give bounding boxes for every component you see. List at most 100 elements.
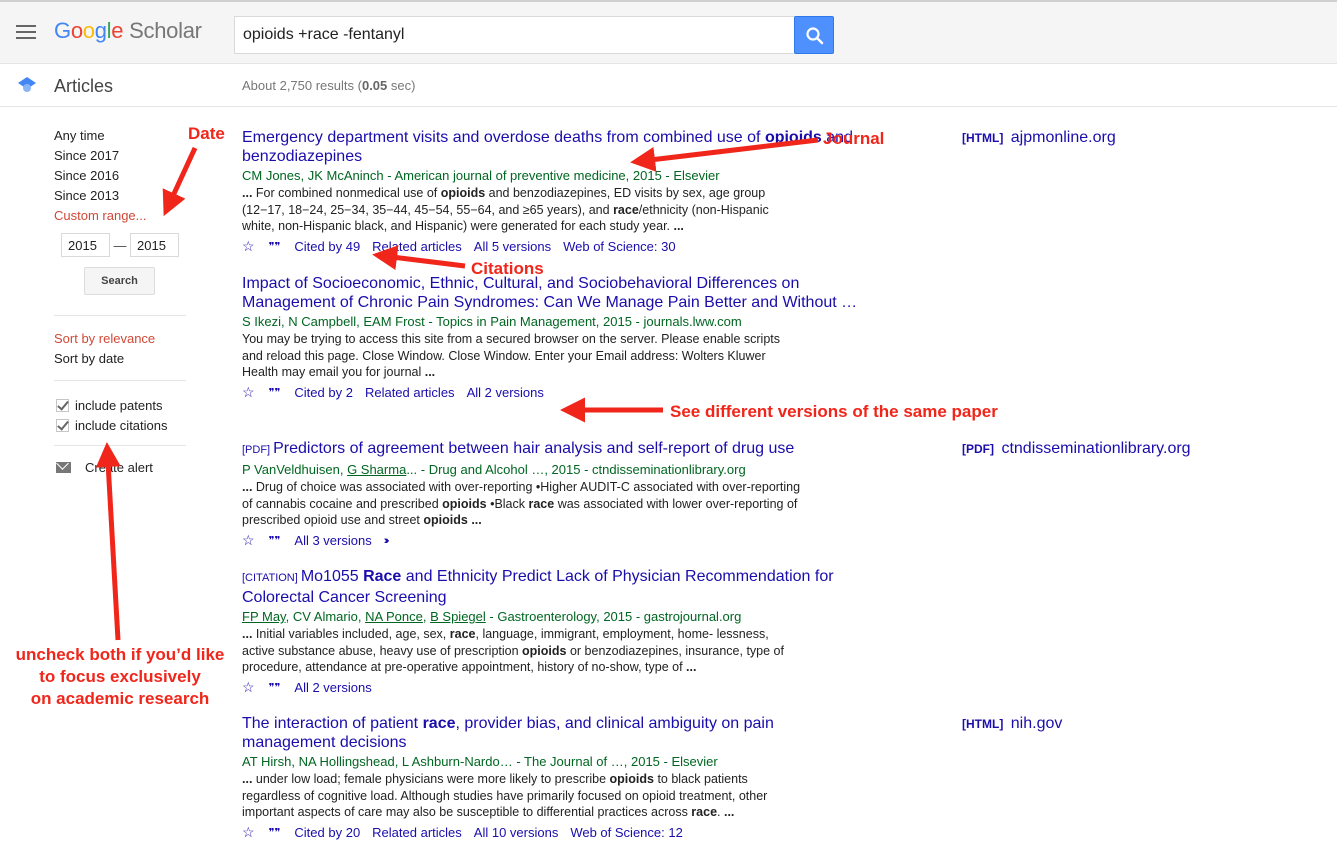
checkbox-checked-icon[interactable]	[56, 418, 69, 432]
full-text-link[interactable]: [PDF] ctndisseminationlibrary.org	[962, 440, 1191, 458]
search-icon	[806, 27, 824, 45]
result-title-text: The interaction of patient race, provide…	[242, 715, 774, 751]
full-text-link[interactable]: [HTML] ajpmonline.org	[962, 129, 1116, 147]
filter-since-2013[interactable]: Since 2013	[54, 187, 186, 207]
cited-by-link[interactable]: Cited by 49	[294, 239, 360, 254]
star-icon[interactable]: ☆	[242, 532, 255, 549]
range-from-input[interactable]	[61, 233, 110, 257]
checkbox-label: include citations	[75, 417, 168, 433]
custom-range: —	[61, 233, 179, 257]
related-articles-link[interactable]: Related articles	[372, 239, 462, 254]
search-result: [PDF] Predictors of agreement between hai…	[242, 439, 862, 551]
result-snippet: ... For combined nonmedical use of opioi…	[242, 186, 769, 233]
range-to-input[interactable]	[130, 233, 179, 257]
cite-quote-icon[interactable]: ❞❞	[269, 534, 281, 547]
menu-icon[interactable]	[16, 25, 36, 41]
all-versions-link[interactable]: All 3 versions	[294, 533, 371, 548]
create-alert-label: Create alert	[85, 460, 153, 475]
result-authors-source: FP May, CV Almario, NA Ponce, B Spiegel …	[242, 609, 742, 624]
result-authors-source: P VanVeldhuisen, G Sharma... - Drug and …	[242, 462, 746, 477]
star-icon[interactable]: ☆	[242, 384, 255, 401]
author-link[interactable]: FP May	[242, 609, 286, 624]
star-icon[interactable]: ☆	[242, 679, 255, 696]
more-options-icon[interactable]: ››››	[384, 535, 389, 547]
annotation-line: to focus exclusively	[39, 667, 201, 686]
author-link[interactable]: B Spiegel	[430, 609, 486, 624]
result-authors-source: CM Jones, JK McAninch - American journal…	[242, 168, 720, 183]
search-result: [CITATION] Mo1055 Race and Ethnicity Pred…	[242, 567, 862, 698]
sort-by-date[interactable]: Sort by date	[54, 350, 155, 370]
cite-quote-icon[interactable]: ❞❞	[269, 386, 281, 399]
web-of-science-link[interactable]: Web of Science: 12	[570, 825, 683, 840]
range-search-button[interactable]: Search	[84, 267, 155, 295]
full-text-source: ctndisseminationlibrary.org	[997, 440, 1191, 457]
result-title-text: Predictors of agreement between hair ana…	[273, 440, 795, 457]
web-of-science-link[interactable]: Web of Science: 30	[563, 239, 676, 254]
result-title-link[interactable]: The interaction of patient race, provide…	[242, 714, 862, 752]
result-title-link[interactable]: [CITATION] Mo1055 Race and Ethnicity Pred…	[242, 567, 862, 607]
result-actions: ☆ ❞❞ All 3 versions ››››	[242, 531, 862, 551]
annotation-journal: Journal	[823, 129, 885, 148]
star-icon[interactable]: ☆	[242, 824, 255, 841]
sort-by-relevance[interactable]: Sort by relevance	[54, 330, 155, 350]
full-text-link[interactable]: [HTML] nih.gov	[962, 715, 1062, 733]
result-authors-source: AT Hirsh, NA Hollingshead, L Ashburn-Nar…	[242, 754, 718, 769]
citations-arrow	[372, 245, 466, 271]
result-title-link[interactable]: Impact of Socioeconomic, Ethnic, Cultura…	[242, 274, 862, 312]
all-versions-link[interactable]: All 10 versions	[474, 825, 559, 840]
result-title-link[interactable]: Emergency department visits and overdose…	[242, 128, 862, 166]
filter-since-2016[interactable]: Since 2016	[54, 167, 186, 187]
related-articles-link[interactable]: Related articles	[372, 825, 462, 840]
result-title-text: Impact of Socioeconomic, Ethnic, Cultura…	[242, 275, 858, 311]
result-snippet: ... under low load; female physicians we…	[242, 772, 768, 819]
divider	[54, 445, 186, 446]
cite-quote-icon[interactable]: ❞❞	[269, 240, 281, 253]
result-title-link[interactable]: [PDF] Predictors of agreement between hai…	[242, 439, 862, 460]
logo-letter: o	[70, 18, 83, 43]
all-versions-link[interactable]: All 2 versions	[294, 680, 371, 695]
all-versions-link[interactable]: All 2 versions	[467, 385, 544, 400]
annotation-versions: See different versions of the same paper	[670, 402, 998, 421]
annotation-line: uncheck both if you’d like	[15, 645, 225, 664]
author-link[interactable]: G Sharma	[347, 462, 406, 477]
divider	[54, 380, 186, 381]
include-patents-checkbox[interactable]: include patents	[54, 395, 168, 415]
full-text-source: ajpmonline.org	[1006, 129, 1116, 146]
divider	[54, 315, 186, 316]
filter-since-2017[interactable]: Since 2017	[54, 147, 186, 167]
logo-letter: g	[94, 18, 107, 43]
related-articles-link[interactable]: Related articles	[365, 385, 455, 400]
star-icon[interactable]: ☆	[242, 238, 255, 255]
cited-by-link[interactable]: Cited by 2	[294, 385, 353, 400]
full-text-source: nih.gov	[1006, 715, 1063, 732]
cited-by-link[interactable]: Cited by 20	[294, 825, 360, 840]
search-result: The interaction of patient race, provide…	[242, 714, 862, 843]
cite-quote-icon[interactable]: ❞❞	[269, 826, 281, 839]
logo-letter: e	[111, 18, 124, 43]
stats-suffix: sec)	[387, 78, 416, 93]
range-separator: —	[113, 237, 127, 253]
result-type-tag: [CITATION]	[242, 572, 298, 584]
logo-suffix: Scholar	[129, 18, 202, 43]
include-citations-checkbox[interactable]: include citations	[54, 415, 168, 435]
search-button[interactable]	[794, 16, 834, 54]
checkbox-checked-icon[interactable]	[56, 398, 69, 412]
result-actions: ☆ ❞❞ Cited by 20 Related articles All 10 ver…	[242, 823, 862, 843]
annotation-line: on academic research	[30, 689, 210, 708]
all-versions-link[interactable]: All 5 versions	[474, 239, 551, 254]
search-input[interactable]	[234, 16, 795, 54]
logo-letter: o	[82, 18, 95, 43]
google-scholar-logo[interactable]: Google Scholar	[54, 18, 202, 44]
result-snippet: ... Drug of choice was associated with o…	[242, 480, 801, 527]
filter-custom-range[interactable]: Custom range...	[54, 207, 186, 227]
top-bar: Google Scholar	[0, 0, 1337, 64]
create-alert-link[interactable]: Create alert	[56, 460, 153, 475]
result-snippet: ... Initial variables included, age, sex…	[242, 627, 784, 674]
author-link[interactable]: NA Ponce	[365, 609, 423, 624]
full-text-type-tag: [PDF]	[962, 442, 994, 456]
section-title: Articles	[54, 76, 114, 96]
filter-any-time[interactable]: Any time	[54, 127, 186, 147]
cite-quote-icon[interactable]: ❞❞	[269, 681, 281, 694]
full-text-type-tag: [HTML]	[962, 131, 1004, 145]
sub-header: Articles About 2,750 results (0.05 sec)	[0, 64, 1337, 107]
